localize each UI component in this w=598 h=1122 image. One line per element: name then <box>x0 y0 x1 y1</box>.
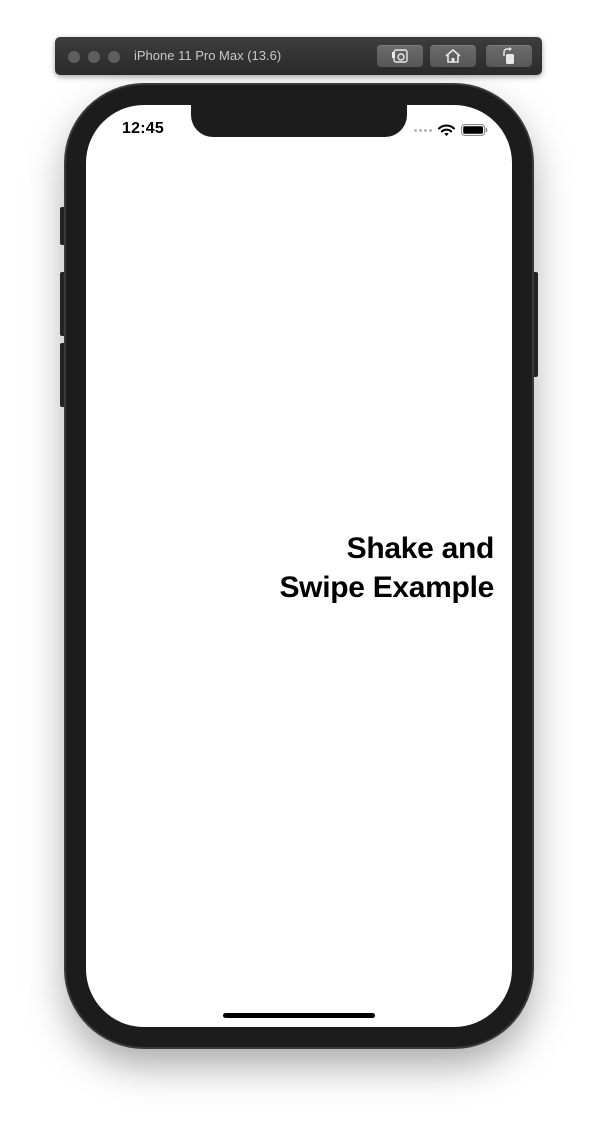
status-icons <box>414 122 488 138</box>
rotate-icon <box>503 47 514 64</box>
headline-line-2: Swipe Example <box>279 571 494 604</box>
home-button[interactable] <box>430 45 476 67</box>
phone-notch <box>191 105 407 137</box>
zoom-window-button[interactable] <box>108 51 120 63</box>
simulator-titlebar: iPhone 11 Pro Max (13.6) <box>55 37 542 75</box>
status-time: 12:45 <box>122 120 164 137</box>
rotate-button[interactable] <box>486 45 532 67</box>
battery-icon <box>461 124 488 136</box>
wifi-icon <box>438 124 455 136</box>
headline-line-1: Shake and <box>346 532 495 565</box>
window-title: iPhone 11 Pro Max (13.6) <box>134 48 282 63</box>
home-indicator[interactable] <box>223 1013 375 1018</box>
headline-title: Shake and Swipe Example <box>230 529 494 607</box>
close-window-button[interactable] <box>68 51 80 63</box>
screenshot-button[interactable] <box>377 45 423 67</box>
camera-icon <box>392 49 408 63</box>
signal-icon <box>414 128 432 132</box>
minimize-window-button[interactable] <box>88 51 100 63</box>
home-icon <box>445 49 461 63</box>
side-power-button[interactable] <box>531 272 538 377</box>
simulator-stage: iPhone 11 Pro Max (13.6) 12:45 Shake and… <box>0 0 598 1122</box>
